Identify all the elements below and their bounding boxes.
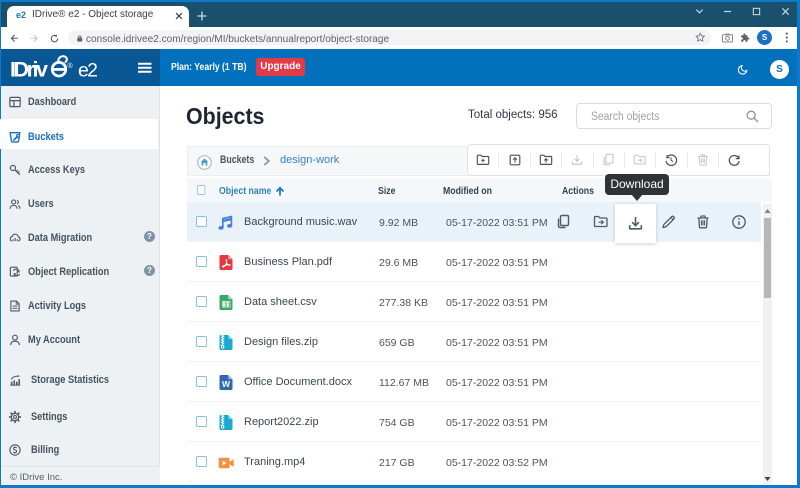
svg-text:W: W [222, 379, 231, 389]
svg-text:®: ® [68, 62, 74, 70]
svg-text:e2: e2 [78, 60, 98, 81]
svg-text:IDriv: IDriv [10, 58, 48, 81]
